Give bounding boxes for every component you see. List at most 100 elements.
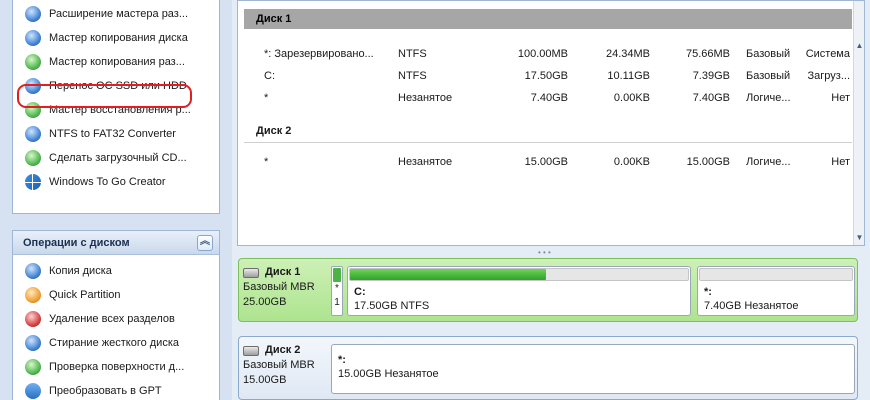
menu-item[interactable]: Windows To Go Creator bbox=[13, 170, 219, 194]
disk-2-unallocated-label: *: bbox=[338, 354, 346, 366]
partition-capacity: 100.00MB bbox=[517, 48, 568, 60]
convert-gpt-icon bbox=[25, 383, 41, 399]
unallocated-desc: 7.40GB Незанятое bbox=[704, 300, 799, 312]
hard-drive-icon bbox=[243, 267, 259, 278]
disk-2-map-card[interactable]: Диск 2 Базовый MBR 15.00GB *: 15.00GB Не… bbox=[238, 336, 858, 400]
unallocated-block[interactable]: *: 7.40GB Незанятое bbox=[697, 266, 855, 316]
disk-operations-header[interactable]: Операции с диском ︽ bbox=[13, 231, 219, 255]
disk-copy-icon bbox=[25, 263, 41, 279]
reserved-partition-used-bar bbox=[333, 268, 341, 282]
menu-item-label: Стирание жесткого диска bbox=[49, 337, 180, 349]
wipe-disk-icon bbox=[25, 335, 41, 351]
partition-copy-icon bbox=[25, 54, 41, 70]
menu-item[interactable]: Мастер копирования раз... bbox=[13, 50, 219, 74]
unallocated-label: *: bbox=[704, 286, 712, 298]
menu-item-label: Quick Partition bbox=[49, 289, 121, 301]
reserved-partition-block[interactable]: * 1 bbox=[331, 266, 343, 316]
unallocated-usage-bar bbox=[699, 268, 853, 281]
menu-item[interactable]: Мастер копирования диска bbox=[13, 26, 219, 50]
partition-type: Базовый bbox=[746, 48, 791, 60]
menu-item-label: Расширение мастера раз... bbox=[49, 8, 189, 20]
partition-row[interactable]: *: Зарезервировано... NTFS 100.00MB 24.3… bbox=[238, 43, 858, 65]
menu-item[interactable]: NTFS to FAT32 Converter bbox=[13, 122, 219, 146]
partition-c-usage-bar bbox=[349, 268, 689, 281]
partition-row[interactable]: C: NTFS 17.50GB 10.11GB 7.39GB Базовый З… bbox=[238, 65, 858, 87]
menu-item-label: Удаление всех разделов bbox=[49, 313, 175, 325]
partition-capacity: 7.40GB bbox=[530, 92, 568, 104]
menu-item[interactable]: Quick Partition bbox=[13, 283, 219, 307]
collapse-chevron-icon[interactable]: ︽ bbox=[197, 235, 213, 251]
partition-type: Базовый bbox=[746, 70, 791, 82]
disk-2-title: Диск 2 bbox=[243, 343, 327, 358]
menu-item-label: Преобразовать в GPT bbox=[49, 385, 162, 397]
disk-list-view: Диск 1 *: Зарезервировано... NTFS 100.00… bbox=[237, 0, 865, 246]
ntfs-fat32-icon bbox=[25, 126, 41, 142]
splitter-handle-icon[interactable]: • • • bbox=[538, 248, 551, 257]
menu-item-label: Проверка поверхности д... bbox=[49, 361, 185, 373]
disk-1-header[interactable]: Диск 1 bbox=[244, 9, 852, 29]
quick-partition-icon bbox=[25, 287, 41, 303]
disk-2-unallocated-block[interactable]: *: 15.00GB Незанятое bbox=[331, 344, 855, 394]
menu-item[interactable]: Удаление всех разделов bbox=[13, 307, 219, 331]
disk-1-title: Диск 1 bbox=[243, 265, 327, 280]
reserved-partition-label: * bbox=[335, 283, 339, 294]
partition-recovery-icon bbox=[25, 102, 41, 118]
menu-item-label: Копия диска bbox=[49, 265, 112, 277]
partition-c-block[interactable]: C: 17.50GB NTFS bbox=[347, 266, 691, 316]
partition-c-desc: 17.50GB NTFS bbox=[354, 300, 430, 312]
wizards-list: Расширение мастера раз... Мастер копирова… bbox=[13, 0, 219, 194]
delete-partitions-icon bbox=[25, 311, 41, 327]
menu-item-label: NTFS to FAT32 Converter bbox=[49, 128, 176, 140]
disk-1-meta: Диск 1 Базовый MBR 25.00GB bbox=[243, 265, 327, 310]
hard-drive-icon bbox=[243, 345, 259, 356]
partition-used: 0.00KB bbox=[613, 92, 650, 104]
partition-fs: Незанятое bbox=[398, 156, 453, 168]
partition-status: Нет bbox=[831, 92, 850, 104]
sidebar: Расширение мастера раз... Мастер копирова… bbox=[0, 0, 232, 400]
disk-2-size: 15.00GB bbox=[243, 374, 287, 386]
partition-fs: NTFS bbox=[398, 70, 427, 82]
menu-item[interactable]: Копия диска bbox=[13, 259, 219, 283]
partition-name: *: Зарезервировано... bbox=[264, 48, 374, 60]
disk-2-meta: Диск 2 Базовый MBR 15.00GB bbox=[243, 343, 327, 388]
menu-item[interactable]: Преобразовать в GPT bbox=[13, 379, 219, 400]
partition-free: 15.00GB bbox=[686, 156, 730, 168]
partition-status: Загруз... bbox=[807, 70, 850, 82]
partition-c-label: C: bbox=[354, 286, 366, 298]
partition-row[interactable]: * Незанятое 15.00GB 0.00KB 15.00GB Логич… bbox=[238, 151, 858, 173]
partition-free: 7.39GB bbox=[692, 70, 730, 82]
partition-fs: NTFS bbox=[398, 48, 427, 60]
menu-item[interactable]: Стирание жесткого диска bbox=[13, 331, 219, 355]
scroll-up-icon[interactable]: ▲ bbox=[855, 41, 864, 51]
partition-free: 75.66MB bbox=[685, 48, 730, 60]
partition-c-used-fill bbox=[350, 269, 547, 280]
menu-item[interactable]: Расширение мастера раз... bbox=[13, 2, 219, 26]
disk-2-header[interactable]: Диск 2 bbox=[244, 121, 852, 141]
menu-item[interactable]: Мастер восстановления р... bbox=[13, 98, 219, 122]
menu-item-label: Сделать загрузочный CD... bbox=[49, 152, 187, 164]
partition-capacity: 15.00GB bbox=[524, 156, 568, 168]
partition-fs: Незанятое bbox=[398, 92, 453, 104]
partition-name: * bbox=[264, 156, 269, 168]
disk-copy-icon bbox=[25, 30, 41, 46]
partition-extend-icon bbox=[25, 6, 41, 22]
partition-capacity: 17.50GB bbox=[524, 70, 568, 82]
partition-used: 0.00KB bbox=[613, 156, 650, 168]
menu-item-label: Windows To Go Creator bbox=[49, 176, 166, 188]
vertical-scrollbar[interactable]: ▲ ▼ bbox=[853, 1, 864, 245]
menu-item-label: Мастер восстановления р... bbox=[49, 104, 191, 116]
menu-item-label: Мастер копирования диска bbox=[49, 32, 188, 44]
bootable-cd-icon bbox=[25, 150, 41, 166]
migrate-os-icon bbox=[25, 78, 41, 94]
disk-2-title-text: Диск 2 bbox=[265, 344, 301, 356]
partition-used: 24.34MB bbox=[605, 48, 650, 60]
menu-item-label: Перенос ОС SSD или HDD bbox=[49, 80, 187, 92]
disk-2-unallocated-desc: 15.00GB Незанятое bbox=[338, 368, 439, 380]
disk-1-map-card[interactable]: Диск 1 Базовый MBR 25.00GB * 1 C: 17.50G… bbox=[238, 258, 858, 322]
scroll-down-icon[interactable]: ▼ bbox=[855, 233, 864, 243]
menu-item[interactable]: Проверка поверхности д... bbox=[13, 355, 219, 379]
disk-operations-title: Операции с диском bbox=[23, 237, 130, 249]
menu-item[interactable]: Перенос ОС SSD или HDD bbox=[13, 74, 219, 98]
menu-item[interactable]: Сделать загрузочный CD... bbox=[13, 146, 219, 170]
partition-row[interactable]: * Незанятое 7.40GB 0.00KB 7.40GB Логиче.… bbox=[238, 87, 858, 109]
